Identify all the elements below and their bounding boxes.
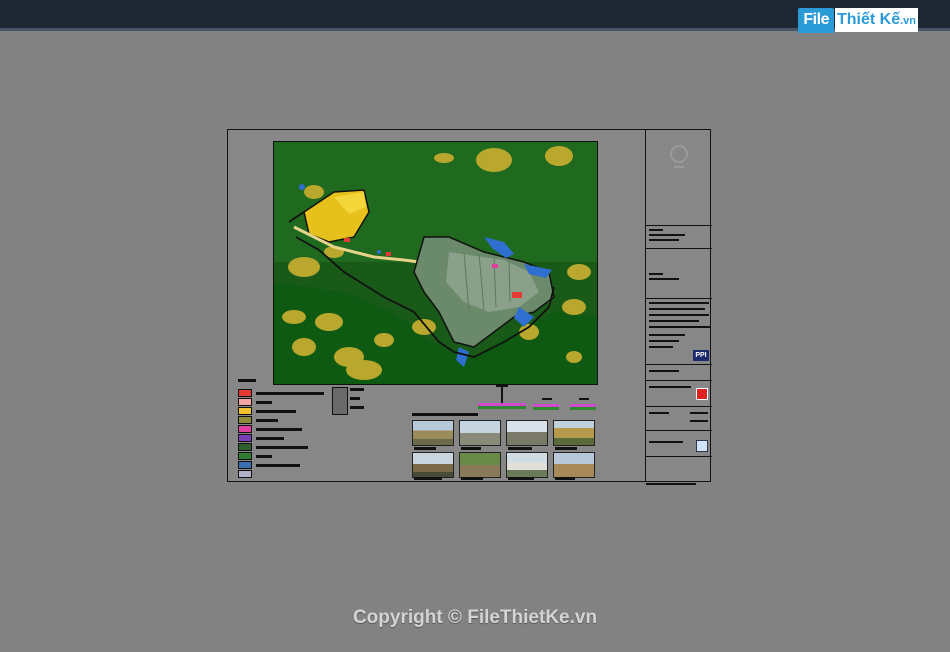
photo-section-title bbox=[412, 413, 478, 416]
legend-swatch bbox=[238, 398, 252, 406]
title-divider bbox=[646, 380, 712, 381]
legend-swatch bbox=[238, 443, 252, 451]
title-text-bar bbox=[649, 370, 679, 372]
photo-caption bbox=[414, 477, 442, 480]
site-photo bbox=[553, 420, 595, 446]
title-text-bar bbox=[690, 412, 708, 414]
planning-map bbox=[273, 141, 598, 385]
title-text-bar bbox=[649, 229, 663, 231]
logo-name: Thiết Kế bbox=[836, 11, 901, 28]
legend-label-bar bbox=[256, 464, 300, 467]
title-divider bbox=[646, 430, 712, 431]
legend-swatch bbox=[238, 425, 252, 433]
site-photo bbox=[412, 452, 454, 478]
emblem-icon bbox=[670, 145, 688, 168]
photo-caption bbox=[461, 447, 481, 450]
title-text-bar bbox=[649, 314, 709, 316]
legend-label-bar bbox=[256, 410, 296, 413]
title-divider bbox=[646, 406, 712, 407]
title-text-bar bbox=[649, 441, 683, 443]
photo-caption bbox=[461, 477, 483, 480]
drawing-sheet: PPI bbox=[227, 129, 712, 485]
company-logo-icon bbox=[696, 388, 708, 400]
photo-caption bbox=[508, 477, 534, 480]
title-text-bar bbox=[649, 412, 669, 414]
site-photo bbox=[506, 420, 548, 446]
title-text-bar bbox=[649, 239, 679, 241]
photo-caption bbox=[414, 447, 436, 450]
qr-code-icon bbox=[696, 440, 708, 452]
title-divider bbox=[646, 298, 712, 299]
site-photo bbox=[506, 452, 548, 478]
title-divider bbox=[646, 248, 712, 249]
site-photo bbox=[459, 452, 501, 478]
title-text-bar bbox=[649, 340, 679, 342]
legend-label-bar bbox=[256, 455, 272, 458]
photo-caption bbox=[508, 447, 532, 450]
road-section-icon bbox=[533, 398, 559, 410]
secondary-legend-label bbox=[350, 406, 364, 409]
title-text-bar bbox=[649, 278, 679, 280]
site-photo bbox=[459, 420, 501, 446]
title-text-bar bbox=[649, 346, 673, 348]
title-text-bar bbox=[649, 308, 705, 310]
logo-domain: .vn bbox=[900, 15, 916, 27]
title-text-bar bbox=[649, 386, 691, 388]
map-image bbox=[274, 142, 597, 384]
site-logo[interactable]: File Thiết Kế.vn bbox=[798, 8, 918, 38]
site-photo bbox=[412, 420, 454, 446]
photo-caption bbox=[555, 447, 577, 450]
legend-swatch bbox=[238, 452, 252, 460]
legend-label-bar bbox=[256, 419, 278, 422]
title-text-bar bbox=[649, 273, 663, 275]
secondary-legend-label bbox=[350, 388, 364, 391]
legend-label-bar bbox=[256, 428, 302, 431]
title-text-bar bbox=[649, 320, 699, 322]
legend-label-bar bbox=[256, 401, 272, 404]
title-text-bar bbox=[649, 302, 709, 304]
road-section-icon bbox=[478, 385, 526, 409]
secondary-legend bbox=[332, 387, 348, 415]
title-text-bar bbox=[649, 326, 711, 328]
legend-title-bar bbox=[238, 379, 256, 382]
site-photo bbox=[553, 452, 595, 478]
road-section-icon bbox=[570, 398, 596, 410]
title-block: PPI bbox=[645, 130, 712, 485]
legend-label-bar bbox=[256, 437, 284, 440]
title-divider bbox=[646, 225, 712, 226]
secondary-legend-label bbox=[350, 397, 360, 400]
legend-swatch bbox=[238, 389, 252, 397]
legend-swatch bbox=[238, 434, 252, 442]
title-divider bbox=[646, 364, 712, 365]
title-text-bar bbox=[649, 234, 685, 236]
title-text-bar bbox=[646, 483, 696, 485]
legend-swatch bbox=[238, 470, 252, 478]
legend-label-bar bbox=[256, 392, 324, 395]
legend-swatch bbox=[238, 416, 252, 424]
legend-swatch bbox=[238, 461, 252, 469]
title-text-bar bbox=[649, 334, 685, 336]
legend-swatch bbox=[238, 407, 252, 415]
logo-file-text: File bbox=[798, 8, 834, 33]
logo-rest-text: Thiết Kế.vn bbox=[834, 8, 918, 32]
copyright-watermark: Copyright © FileThietKe.vn bbox=[352, 607, 598, 628]
title-text-bar bbox=[690, 420, 708, 422]
ppi-logo: PPI bbox=[693, 350, 709, 361]
title-divider bbox=[646, 456, 712, 457]
legend-label-bar bbox=[256, 446, 308, 449]
photo-caption bbox=[555, 477, 575, 480]
